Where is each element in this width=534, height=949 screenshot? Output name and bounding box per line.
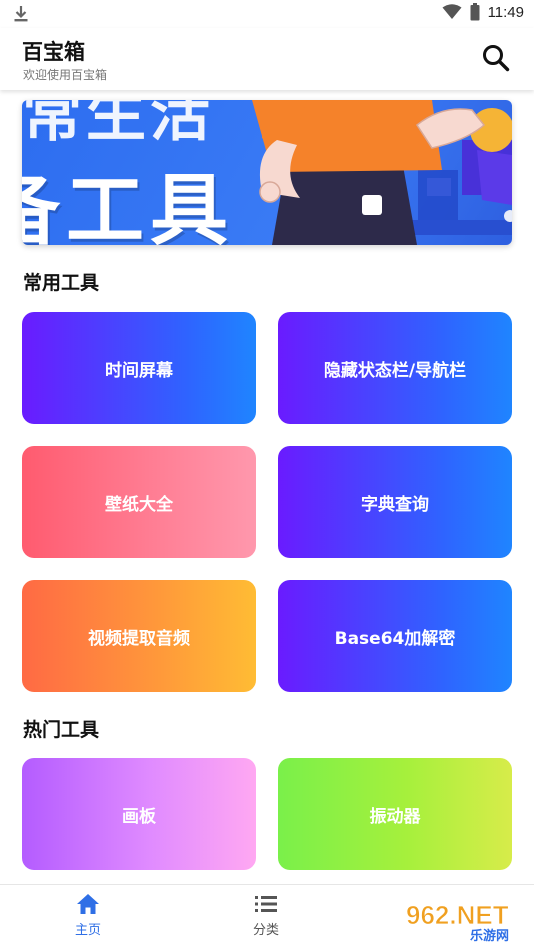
tool-wallpapers[interactable]: 壁纸大全 [22, 446, 256, 558]
banner-headline: 备工具 [22, 166, 235, 245]
tool-label: 隐藏状态栏/导航栏 [323, 360, 467, 381]
tool-dictionary[interactable]: 字典查询 [278, 446, 512, 558]
search-button[interactable] [480, 42, 512, 74]
banner-carousel[interactable]: 常生活 备工具 [22, 100, 512, 245]
watermark-logo: 962.NET 乐游网 [398, 900, 530, 944]
wifi-icon [442, 4, 462, 19]
battery-icon [470, 3, 480, 21]
watermark-sub: 乐游网 [470, 928, 509, 944]
nav-item-category[interactable]: 分类 [226, 893, 306, 938]
tool-time-screen[interactable]: 时间屏幕 [22, 312, 256, 424]
nav-label-category: 分类 [252, 923, 279, 938]
status-right: 11:49 [442, 3, 524, 21]
app-header: 百宝箱 欢迎使用百宝箱 [0, 28, 534, 90]
list-icon [255, 896, 277, 912]
banner-headline-top: 常生活 [22, 100, 214, 150]
nav-item-home[interactable]: 主页 [48, 893, 128, 938]
watermark-brand: 962.NET [406, 900, 509, 930]
search-icon [483, 45, 510, 72]
tool-base64[interactable]: Base64加解密 [278, 580, 512, 692]
tool-vibrator[interactable]: 振动器 [278, 758, 512, 870]
tool-hide-bars[interactable]: 隐藏状态栏/导航栏 [278, 312, 512, 424]
section-title-common: 常用工具 [23, 272, 100, 294]
tool-label: 视频提取音频 [88, 628, 190, 649]
status-bar: 11:49 [0, 0, 534, 28]
download-icon [14, 6, 28, 22]
section-title-hot: 热门工具 [23, 719, 100, 741]
tool-label: Base64加解密 [334, 628, 456, 649]
tool-label: 画板 [122, 806, 156, 827]
tool-label: 时间屏幕 [105, 360, 173, 381]
tool-label: 壁纸大全 [105, 494, 173, 515]
status-time: 11:49 [487, 3, 524, 21]
tool-extract-audio[interactable]: 视频提取音频 [22, 580, 256, 692]
tool-drawing-board[interactable]: 画板 [22, 758, 256, 870]
home-icon [77, 894, 99, 914]
page-subtitle: 欢迎使用百宝箱 [23, 68, 108, 82]
tool-label: 振动器 [369, 806, 421, 827]
page-title: 百宝箱 [22, 40, 85, 64]
tool-label: 字典查询 [361, 494, 429, 515]
nav-label-home: 主页 [74, 923, 101, 938]
